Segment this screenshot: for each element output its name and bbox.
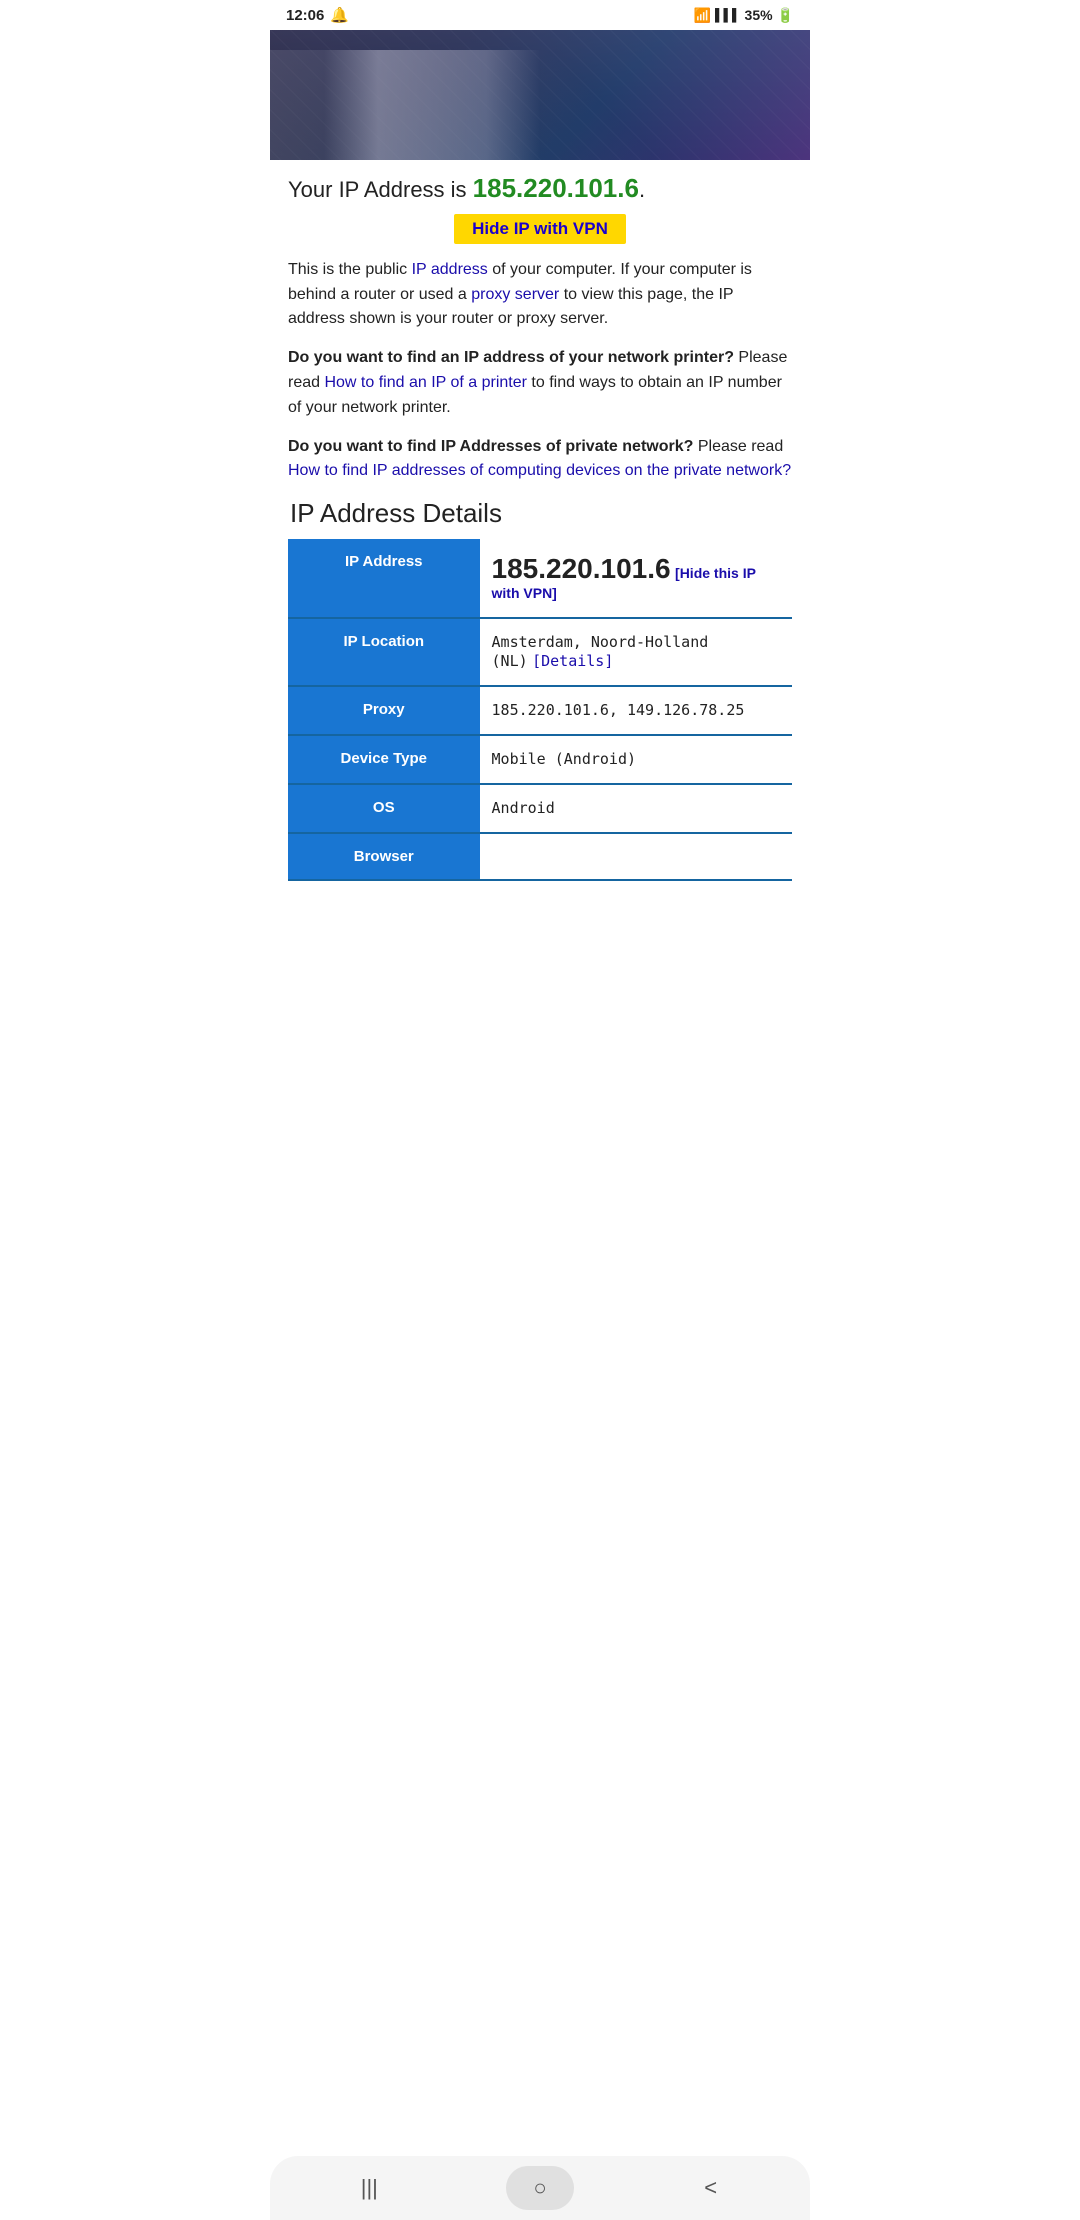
private-network-link[interactable]: How to find IP addresses of computing de… — [288, 462, 791, 479]
table-row-location: IP Location Amsterdam, Noord-Holland(NL)… — [288, 618, 792, 686]
value-os: Android — [480, 784, 792, 833]
label-browser: Browser — [288, 833, 480, 880]
label-device-type: Device Type — [288, 735, 480, 784]
question-block-private: Do you want to find IP Addresses of priv… — [288, 435, 792, 485]
os-value: Android — [492, 799, 555, 817]
status-bar: 12:06 🔔 📶 ▌▌▌ 35% 🔋 — [270, 0, 810, 30]
label-ip-address: IP Address — [288, 539, 480, 618]
table-row-os: OS Android — [288, 784, 792, 833]
proxy-value: 185.220.101.6, 149.126.78.25 — [492, 701, 745, 719]
ip-value-display: 185.220.101.6 — [473, 173, 639, 203]
ip-headline: Your IP Address is 185.220.101.6. — [288, 172, 792, 206]
section-title: IP Address Details — [288, 498, 792, 529]
value-device-type: Mobile (Android) — [480, 735, 792, 784]
headline-suffix: . — [639, 177, 645, 202]
home-button[interactable]: ○ — [506, 2166, 574, 2210]
description-text: This is the public IP address of your co… — [288, 258, 792, 332]
value-browser — [480, 833, 792, 880]
label-os: OS — [288, 784, 480, 833]
table-row-browser: Browser — [288, 833, 792, 880]
status-right: 📶 ▌▌▌ 35% 🔋 — [694, 7, 794, 24]
time-display: 12:06 — [286, 7, 324, 24]
question-block-printer: Do you want to find an IP address of you… — [288, 346, 792, 420]
ip-big-value: 185.220.101.6 — [492, 553, 671, 584]
notification-icon: 🔔 — [330, 6, 349, 24]
ip-address-link[interactable]: IP address — [412, 261, 488, 278]
desc-text1: This is the public — [288, 261, 412, 278]
table-row-proxy: Proxy 185.220.101.6, 149.126.78.25 — [288, 686, 792, 735]
label-ip-location: IP Location — [288, 618, 480, 686]
printer-link[interactable]: How to find an IP of a printer — [324, 374, 526, 391]
main-content: Your IP Address is 185.220.101.6. Hide I… — [270, 160, 810, 961]
value-proxy: 185.220.101.6, 149.126.78.25 — [480, 686, 792, 735]
device-type-value: Mobile (Android) — [492, 750, 637, 768]
private-text1: Please read — [693, 438, 783, 455]
headline-prefix: Your IP Address is — [288, 177, 473, 202]
back-button[interactable]: < — [689, 2166, 733, 2210]
battery-text: 35% — [745, 7, 773, 23]
label-proxy: Proxy — [288, 686, 480, 735]
nav-bar: ||| ○ < — [270, 2156, 810, 2220]
status-left: 12:06 🔔 — [286, 6, 349, 24]
battery-icon: 🔋 — [777, 7, 794, 24]
details-table: IP Address 185.220.101.6 [Hide this IP w… — [288, 539, 792, 881]
wifi-icon: 📶 — [694, 7, 711, 24]
signal-icon: ▌▌▌ — [715, 8, 741, 22]
printer-question-bold: Do you want to find an IP address of you… — [288, 349, 734, 366]
hide-vpn-button[interactable]: Hide IP with VPN — [454, 214, 626, 244]
value-ip-location: Amsterdam, Noord-Holland(NL) [Details] — [480, 618, 792, 686]
recent-apps-button[interactable]: ||| — [347, 2166, 391, 2210]
table-row-device: Device Type Mobile (Android) — [288, 735, 792, 784]
hero-image — [270, 30, 810, 160]
value-ip-address: 185.220.101.6 [Hide this IP with VPN] — [480, 539, 792, 618]
location-details-link[interactable]: [Details] — [532, 652, 613, 670]
table-row-ip: IP Address 185.220.101.6 [Hide this IP w… — [288, 539, 792, 618]
private-question-bold: Do you want to find IP Addresses of priv… — [288, 438, 693, 455]
proxy-server-link[interactable]: proxy server — [471, 286, 559, 303]
